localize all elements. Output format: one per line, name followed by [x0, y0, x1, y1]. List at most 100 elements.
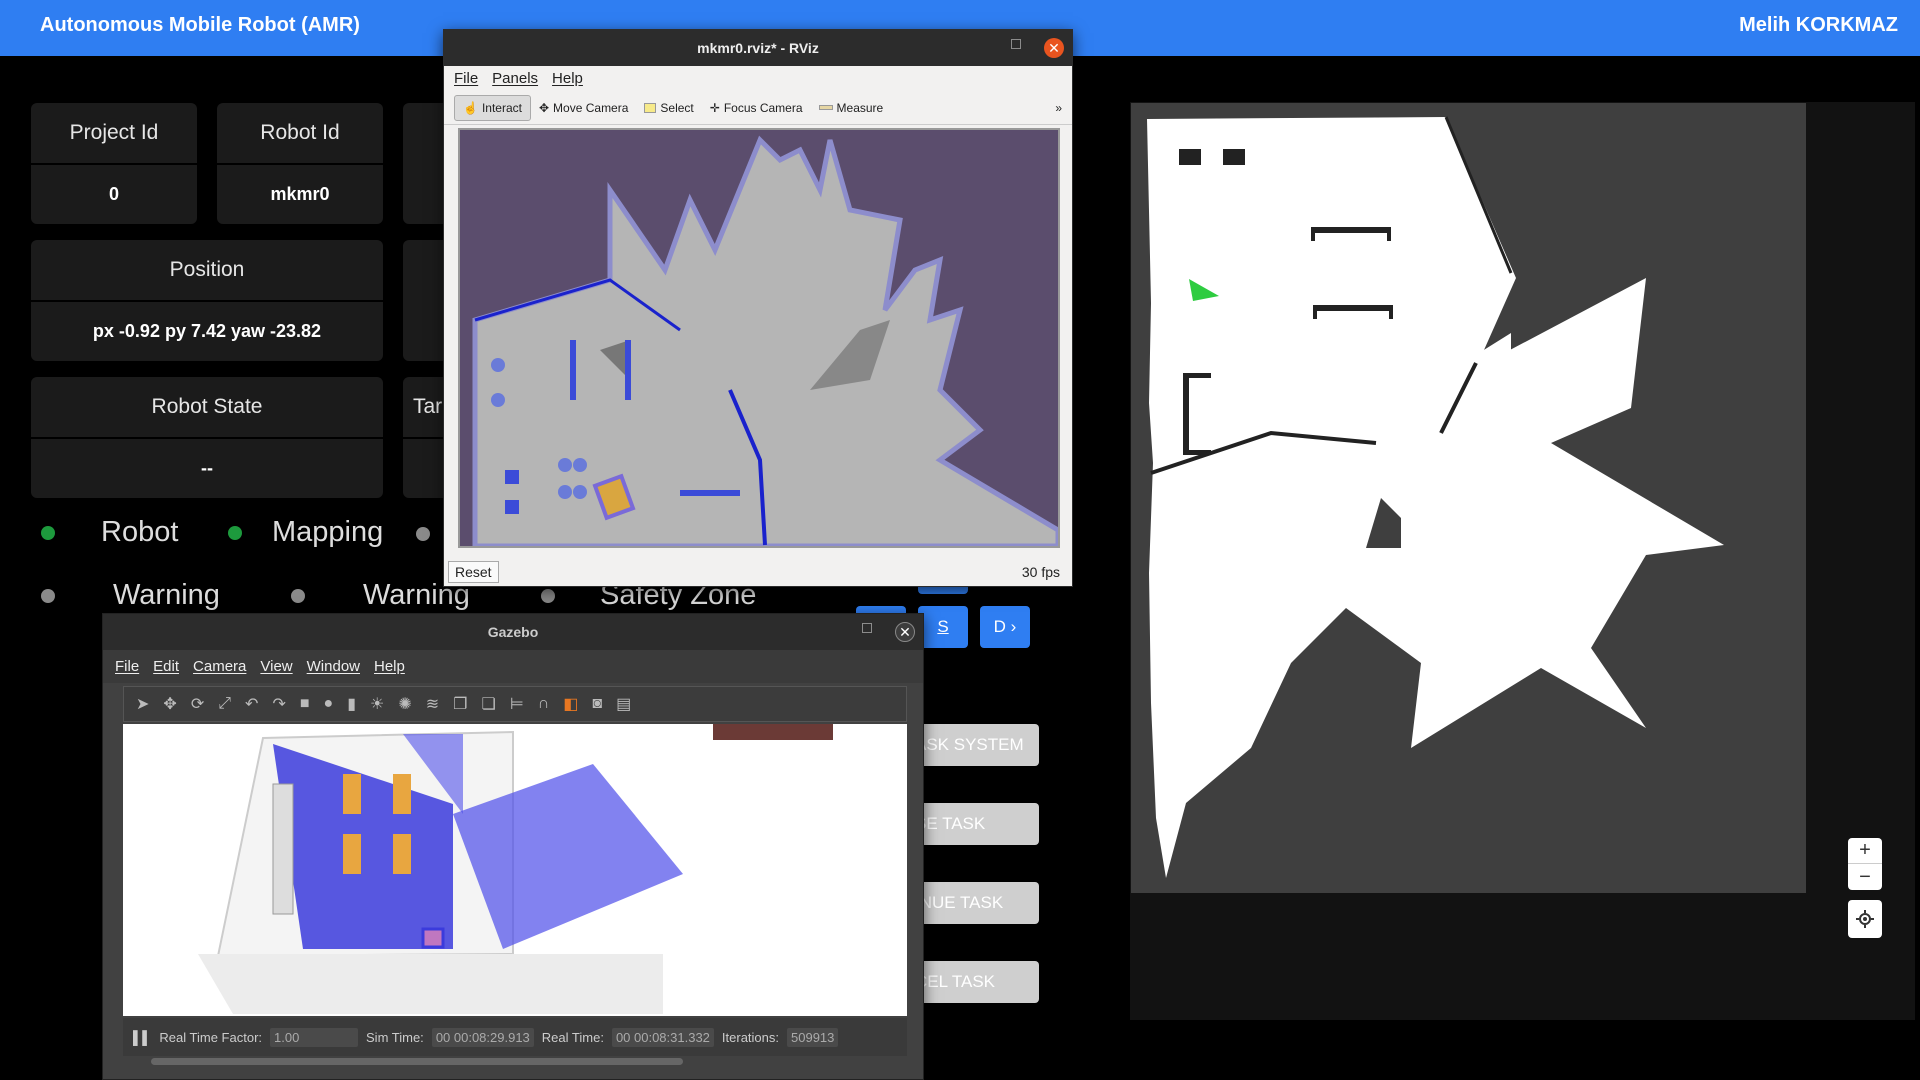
gazebo-title-bar[interactable]: Gazebo ✕	[103, 614, 923, 650]
rviz-status-bar: Reset 30 fps	[444, 558, 1072, 586]
horizontal-scrollbar[interactable]	[151, 1058, 683, 1065]
position-card: Position px -0.92 py 7.42 yaw -23.82	[31, 240, 383, 361]
robot-state-label: Robot State	[31, 377, 383, 439]
continue-task-button[interactable]: INUE TASK	[905, 882, 1039, 924]
gazebo-3d-view[interactable]	[123, 724, 907, 1016]
directional-light-icon[interactable]: ≋	[426, 694, 439, 714]
gazebo-window[interactable]: Gazebo ✕ File Edit Camera View Window He…	[102, 613, 924, 1080]
status-dot	[291, 588, 305, 603]
gazebo-toolbar: ➤ ✥ ⟳ ⤢ ↶ ↷ ■ ● ▮ ☀ ✺ ≋ ❐ ❏ ⊨ ∩ ◧ ◙ ▤	[123, 686, 907, 722]
select-icon	[644, 102, 657, 113]
scale-icon[interactable]: ⤢	[218, 695, 231, 713]
task-label: CEL TASK	[915, 972, 995, 991]
gazebo-status-bar: ▌▌ Real Time Factor: 1.00 Sim Time: 00 0…	[123, 1018, 907, 1056]
rotate-icon[interactable]: ⟳	[191, 694, 204, 714]
status-dot	[541, 588, 555, 603]
tool-focus-camera[interactable]: ✛ Focus Camera	[702, 101, 811, 115]
indicator-label: Warning	[113, 579, 220, 611]
tool-label: Focus Camera	[723, 100, 803, 115]
real-time-label: Real Time:	[541, 1029, 604, 1045]
close-icon[interactable]: ✕	[1044, 38, 1064, 58]
rviz-title: mkmr0.rviz* - RViz	[697, 40, 819, 56]
translate-icon[interactable]: ✥	[163, 694, 176, 714]
undo-icon[interactable]: ↶	[245, 694, 258, 714]
zoom-out-button[interactable]: −	[1848, 864, 1882, 890]
indicator-label: Mapping	[272, 516, 384, 548]
copy-icon[interactable]: ❐	[453, 694, 467, 714]
robot-state-card: Robot State --	[31, 377, 383, 498]
task-label: ASK SYSTEM	[915, 735, 1024, 754]
hand-icon: ☝	[463, 100, 478, 115]
sun-icon[interactable]: ☀	[370, 694, 384, 714]
status-dot	[416, 527, 430, 541]
position-value: px -0.92 py 7.42 yaw -23.82	[92, 321, 322, 341]
tool-interact[interactable]: ☝ Interact	[454, 94, 531, 121]
snap-icon[interactable]: ∩	[538, 695, 550, 713]
task-system-button[interactable]: ASK SYSTEM	[905, 724, 1039, 766]
user-name: Melih KORKMAZ	[1739, 14, 1898, 36]
zoom-control: + −	[1848, 838, 1882, 890]
screenshot-icon[interactable]: ◙	[592, 695, 602, 713]
focus-icon: ✛	[709, 100, 720, 115]
paste-icon[interactable]: ❏	[482, 694, 496, 714]
menu-file[interactable]: File	[454, 70, 478, 87]
log-icon[interactable]: ▤	[616, 694, 631, 714]
tool-move-camera[interactable]: ✥ Move Camera	[531, 101, 636, 115]
minimize-icon[interactable]	[862, 623, 872, 633]
zoom-in-button[interactable]: +	[1848, 838, 1882, 864]
redo-icon[interactable]: ↷	[272, 694, 285, 714]
menu-window[interactable]: Window	[307, 658, 360, 675]
nav-button-s[interactable]: S	[918, 606, 968, 648]
rtf-value: 1.00	[270, 1027, 359, 1047]
box-icon[interactable]: ■	[300, 695, 310, 713]
pause-task-button[interactable]: SE TASK	[905, 803, 1039, 845]
cylinder-icon[interactable]: ▮	[347, 694, 356, 714]
menu-view[interactable]: View	[260, 658, 292, 675]
sim-time-label: Sim Time:	[366, 1029, 424, 1045]
menu-panels[interactable]: Panels	[492, 70, 538, 87]
project-id-value: 0	[108, 184, 119, 204]
close-icon[interactable]: ✕	[895, 622, 915, 642]
pause-icon[interactable]: ▌▌	[133, 1030, 151, 1045]
rtf-label: Real Time Factor:	[159, 1029, 263, 1045]
status-dot	[41, 588, 55, 603]
iterations-value: 509913	[787, 1027, 839, 1047]
robot-id-card: Robot Id mkmr0	[217, 103, 383, 224]
rviz-title-bar[interactable]: mkmr0.rviz* - RViz ✕	[444, 30, 1072, 66]
menu-help[interactable]: Help	[552, 70, 583, 87]
tool-label: Interact	[481, 100, 522, 115]
task-label: INUE TASK	[915, 893, 1004, 912]
arrow-icon[interactable]: ➤	[136, 694, 149, 714]
view-angle-icon[interactable]: ◧	[563, 694, 578, 714]
sphere-icon[interactable]: ●	[324, 695, 334, 713]
tool-label: Move Camera	[553, 100, 629, 115]
iterations-label: Iterations:	[721, 1029, 780, 1045]
real-time-value: 00 00:08:31.332	[611, 1027, 714, 1047]
cancel-task-button[interactable]: CEL TASK	[905, 961, 1039, 1003]
occupancy-map-image	[1147, 116, 1724, 878]
rviz-3d-view[interactable]	[458, 128, 1061, 549]
menu-help[interactable]: Help	[374, 658, 405, 675]
task-label: SE TASK	[915, 814, 986, 833]
reset-button[interactable]: Reset	[448, 561, 499, 583]
nav-button-d[interactable]: D ›	[980, 606, 1030, 648]
indicator-warning-1: Warning	[41, 579, 220, 612]
gazebo-scene-render	[123, 724, 907, 1016]
locate-button[interactable]	[1848, 900, 1882, 938]
overflow-icon[interactable]: »	[1055, 101, 1062, 115]
menu-edit[interactable]: Edit	[153, 658, 179, 675]
menu-camera[interactable]: Camera	[193, 658, 246, 675]
minimize-icon[interactable]	[1011, 39, 1021, 49]
rviz-toolbar: ☝ Interact ✥ Move Camera Select ✛ Focus Cam…	[444, 91, 1072, 125]
tool-select[interactable]: Select	[636, 101, 701, 115]
status-dot	[41, 525, 55, 540]
tool-measure[interactable]: Measure	[811, 101, 892, 115]
rviz-window[interactable]: mkmr0.rviz* - RViz ✕ File Panels Help ☝ I…	[443, 29, 1073, 587]
robot-state-value: --	[201, 458, 213, 478]
menu-file[interactable]: File	[115, 658, 139, 675]
nav-d-label: D ›	[993, 617, 1017, 636]
spot-light-icon[interactable]: ✺	[398, 694, 411, 714]
occupancy-map[interactable]	[1131, 103, 1806, 893]
nav-s-label: S	[937, 617, 949, 636]
align-icon[interactable]: ⊨	[510, 694, 524, 714]
